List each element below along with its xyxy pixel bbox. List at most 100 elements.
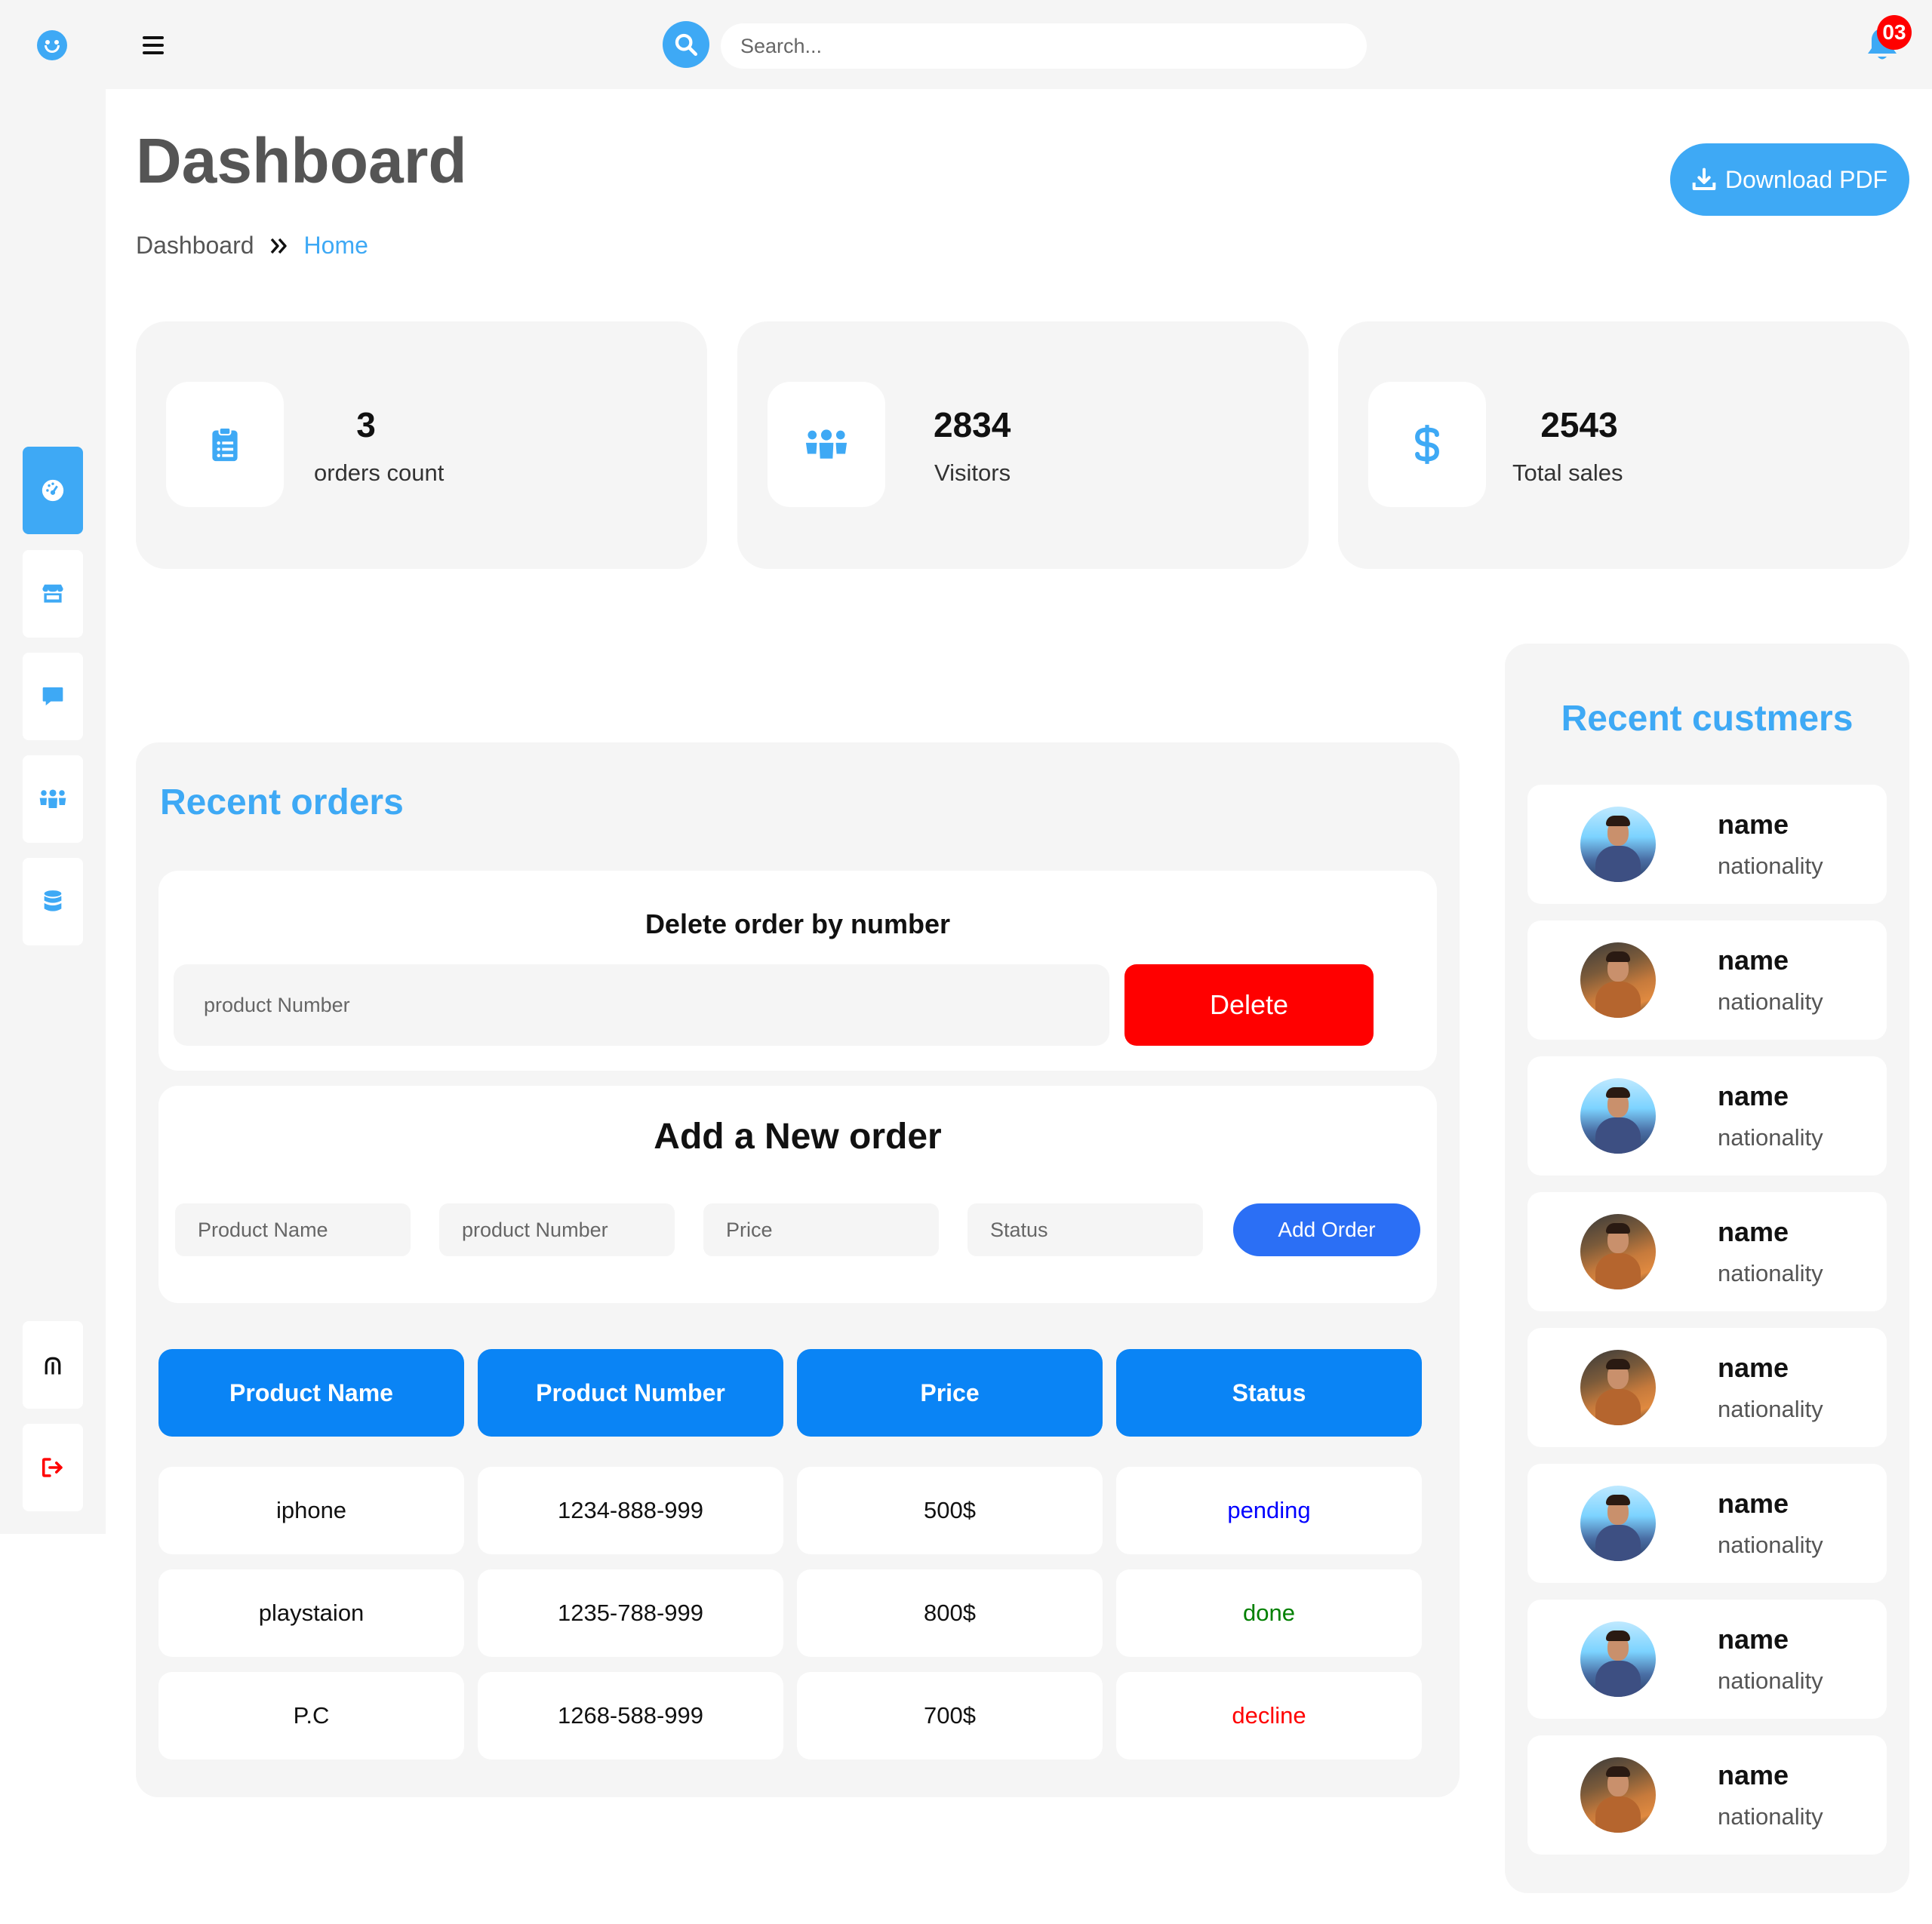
customer-nationality: nationality [1718, 1260, 1823, 1286]
stat-label: Visitors [934, 459, 1011, 486]
delete-order-box: Delete order by number Delete [158, 871, 1437, 1071]
breadcrumb: Dashboard Home [136, 232, 368, 260]
customer-nationality: nationality [1718, 1396, 1823, 1422]
delete-order-title: Delete order by number [645, 908, 951, 939]
customer-name: name [1718, 1488, 1789, 1519]
top-bar: 03 [0, 0, 1932, 89]
stat-icon-box [1368, 382, 1486, 507]
clipboard-list-icon [212, 426, 238, 462]
delete-button[interactable]: Delete [1124, 964, 1374, 1046]
customer-card[interactable]: name nationality [1527, 785, 1887, 904]
sidebar-item-messages[interactable] [23, 653, 83, 740]
stat-icon-box [768, 382, 885, 507]
product-number-input[interactable] [439, 1203, 675, 1256]
stat-card-visitors: 2834 Visitors [737, 321, 1309, 569]
gauge-icon [42, 479, 64, 502]
breadcrumb-current[interactable]: Home [304, 232, 368, 260]
stat-icon-box [166, 382, 284, 507]
logout-icon [42, 1458, 63, 1477]
table-cell-price: 800$ [797, 1569, 1103, 1657]
column-header-product-name[interactable]: Product Name [158, 1349, 464, 1437]
recent-orders-panel: Recent orders Delete order by number Del… [136, 742, 1460, 1797]
sidebar-item-users[interactable] [23, 755, 83, 843]
customer-card[interactable]: name nationality [1527, 1328, 1887, 1447]
customer-card[interactable]: name nationality [1527, 921, 1887, 1040]
stat-value: 3 [356, 405, 376, 444]
customer-nationality: nationality [1718, 988, 1823, 1015]
customer-nationality: nationality [1718, 1124, 1823, 1151]
download-pdf-label: Download PDF [1724, 165, 1888, 193]
table-cell-status: done [1116, 1569, 1422, 1657]
search-input[interactable] [721, 23, 1367, 69]
customer-name: name [1718, 1352, 1789, 1383]
breadcrumb-root[interactable]: Dashboard [136, 232, 254, 260]
avatar [1580, 1621, 1656, 1697]
sidebar-item-database[interactable] [23, 858, 83, 945]
add-order-title: Add a New order [654, 1117, 942, 1157]
status-input[interactable] [968, 1203, 1203, 1256]
customer-card[interactable]: name nationality [1527, 1056, 1887, 1176]
customer-nationality: nationality [1718, 1532, 1823, 1558]
table-cell-product-name: iphone [158, 1467, 464, 1554]
customer-name: name [1718, 809, 1789, 840]
product-name-input[interactable] [175, 1203, 411, 1256]
avatar [1580, 1486, 1656, 1561]
table-cell-price: 700$ [797, 1672, 1103, 1760]
sidebar-item-logout[interactable] [23, 1424, 83, 1511]
customer-nationality: nationality [1718, 1803, 1823, 1830]
sidebar [0, 89, 106, 1534]
avatar [1580, 1078, 1656, 1154]
avatar [1580, 1214, 1656, 1289]
sidebar-item-analytics[interactable] [23, 1321, 83, 1409]
table-cell-product-number: 1268-588-999 [478, 1672, 783, 1760]
customer-nationality: nationality [1718, 1667, 1823, 1694]
customer-card[interactable]: name nationality [1527, 1735, 1887, 1855]
table-cell-product-number: 1234-888-999 [478, 1467, 783, 1554]
customer-name: name [1718, 1760, 1789, 1790]
stat-label: Total sales [1512, 459, 1623, 486]
column-header-price[interactable]: Price [797, 1349, 1103, 1437]
add-order-box: Add a New order Add Order [158, 1086, 1437, 1303]
download-pdf-button[interactable]: Download PDF [1670, 143, 1909, 216]
users-icon [39, 789, 66, 808]
column-header-status[interactable]: Status [1116, 1349, 1422, 1437]
customer-name: name [1718, 945, 1789, 976]
notification-badge: 03 [1877, 15, 1912, 50]
stat-card-orders: 3 orders count [136, 321, 707, 569]
recent-orders-title: Recent orders [160, 782, 404, 822]
customer-nationality: nationality [1718, 853, 1823, 879]
stat-value: 2543 [1540, 405, 1618, 444]
customer-card[interactable]: name nationality [1527, 1192, 1887, 1311]
customer-name: name [1718, 1624, 1789, 1655]
store-icon [42, 584, 63, 603]
table-cell-product-name: playstaion [158, 1569, 464, 1657]
database-icon [44, 890, 62, 911]
sidebar-item-store[interactable] [23, 550, 83, 638]
price-input[interactable] [703, 1203, 939, 1256]
recent-customers-title: Recent custmers [1561, 699, 1854, 739]
delete-product-number-input[interactable] [174, 964, 1109, 1046]
search-icon [675, 33, 698, 57]
table-cell-status: decline [1116, 1672, 1422, 1760]
avatar [1580, 942, 1656, 1018]
customer-name: name [1718, 1080, 1789, 1111]
hamburger-menu-icon[interactable] [143, 36, 164, 54]
sidebar-item-dashboard[interactable] [23, 447, 83, 534]
smiley-logo-icon[interactable] [37, 30, 67, 60]
table-cell-product-name: P.C [158, 1672, 464, 1760]
recent-customers-panel: Recent custmers name nationality name natio… [1505, 644, 1909, 1893]
avatar [1580, 807, 1656, 882]
customer-card[interactable]: name nationality [1527, 1600, 1887, 1719]
table-cell-product-number: 1235-788-999 [478, 1569, 783, 1657]
double-chevron-right-icon [269, 237, 289, 255]
page-title: Dashboard [136, 125, 467, 196]
table-cell-price: 500$ [797, 1467, 1103, 1554]
download-icon [1692, 168, 1716, 190]
search-button[interactable] [663, 21, 709, 68]
customer-card[interactable]: name nationality [1527, 1464, 1887, 1583]
signal-icon [45, 1357, 61, 1375]
add-order-button[interactable]: Add Order [1233, 1203, 1420, 1256]
avatar [1580, 1350, 1656, 1425]
column-header-product-number[interactable]: Product Number [478, 1349, 783, 1437]
table-cell-status: pending [1116, 1467, 1422, 1554]
